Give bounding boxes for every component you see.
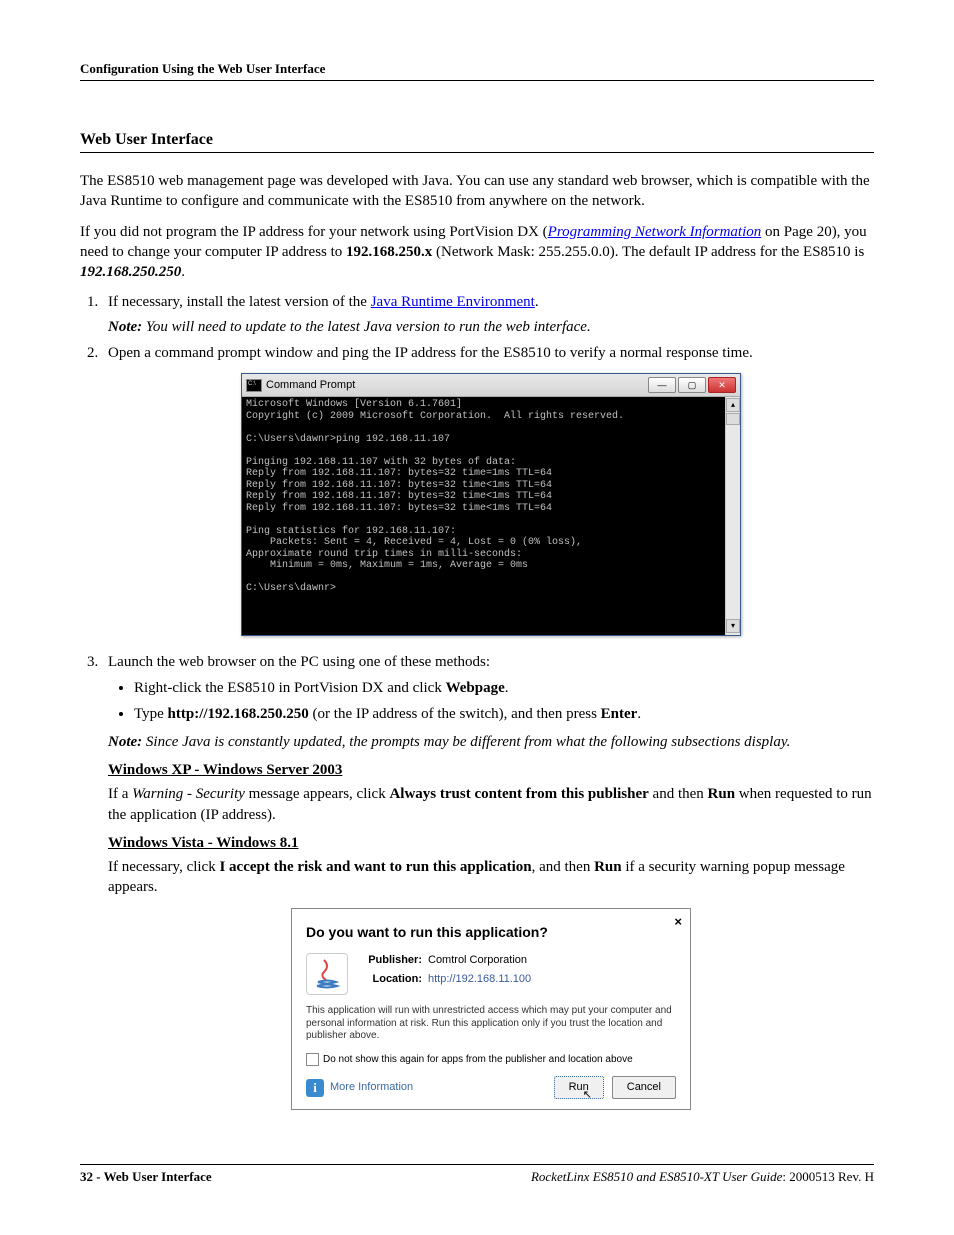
footer-left: 32 - Web User Interface [80, 1169, 212, 1185]
subsection-vista-title: Windows Vista - Windows 8.1 [108, 833, 874, 853]
para2-text-c: (Network Mask: 255.255.0.0). The default… [432, 244, 864, 260]
note2-label: Note: [108, 734, 142, 750]
s1c: message appears, click [245, 786, 390, 802]
subsection-xp-title: Windows XP - Windows Server 2003 [108, 760, 874, 780]
default-ip: 192.168.250.250 [80, 264, 181, 280]
s2d: Run [594, 859, 622, 875]
para2-text-d: . [181, 264, 185, 280]
note1-text: You will need to update to the latest Ja… [146, 319, 591, 335]
b1-a: Right-click the ES8510 in PortVision DX … [134, 680, 446, 696]
numbered-list: If necessary, install the latest version… [80, 292, 874, 1110]
location-value: http://192.168.11.100 [428, 973, 531, 985]
publisher-value: Comtrol Corporation [428, 954, 527, 966]
s2c: , and then [532, 859, 594, 875]
page-footer: 32 - Web User Interface RocketLinx ES851… [80, 1164, 874, 1185]
li2-text: Open a command prompt window and ping th… [108, 345, 753, 361]
paragraph-2: If you did not program the IP address fo… [80, 222, 874, 283]
header-text: Configuration Using the Web User Interfa… [80, 61, 325, 76]
publisher-label: Publisher: [364, 953, 422, 968]
s1f: Run [708, 786, 736, 802]
scrollbar[interactable]: ▴ ▾ [725, 397, 740, 635]
b1-c: . [505, 680, 509, 696]
dialog-title: Do you want to run this application? [306, 923, 676, 942]
more-info-text: More Information [330, 1080, 413, 1095]
close-button[interactable]: ✕ [708, 377, 736, 393]
b2-c: (or the IP address of the switch), and t… [309, 706, 601, 722]
s2a: If necessary, click [108, 859, 219, 875]
note-1: Note: You will need to update to the lat… [108, 317, 874, 337]
cmd-icon [246, 379, 262, 392]
more-information-link[interactable]: i More Information [306, 1079, 413, 1097]
scroll-up-icon[interactable]: ▴ [726, 398, 740, 412]
note1-label: Note: [108, 319, 142, 335]
s1b: Warning - Security [132, 786, 245, 802]
link-java-runtime[interactable]: Java Runtime Environment [371, 294, 535, 310]
checkbox-icon[interactable] [306, 1053, 319, 1066]
s1d: Always trust content from this publisher [389, 786, 648, 802]
checkbox-row[interactable]: Do not show this again for apps from the… [306, 1053, 676, 1067]
note2-text: Since Java is constantly updated, the pr… [146, 734, 791, 750]
paragraph-1: The ES8510 web management page was devel… [80, 171, 874, 212]
footer-right: RocketLinx ES8510 and ES8510-XT User Gui… [531, 1169, 874, 1185]
checkbox-label: Do not show this again for apps from the… [323, 1053, 633, 1067]
link-programming-network[interactable]: Programming Network Information [548, 224, 762, 240]
info-icon: i [306, 1079, 324, 1097]
para2-text-a: If you did not program the IP address fo… [80, 224, 548, 240]
dialog-warning-text: This application will run with unrestric… [306, 1005, 676, 1043]
location-label: Location: [364, 972, 422, 987]
page-header: Configuration Using the Web User Interfa… [80, 60, 874, 81]
maximize-button[interactable]: ▢ [678, 377, 706, 393]
run-button[interactable]: Run [554, 1076, 604, 1099]
bullet-list: Right-click the ES8510 in PortVision DX … [108, 676, 874, 726]
dialog-close-icon[interactable]: × [674, 913, 682, 931]
cancel-button[interactable]: Cancel [612, 1076, 676, 1099]
li3-text: Launch the web browser on the PC using o… [108, 654, 490, 670]
b2-url: http://192.168.250.250 [168, 706, 309, 722]
java-logo-icon [306, 953, 348, 995]
ip-network: 192.168.250.x [346, 244, 432, 260]
s1e: and then [649, 786, 708, 802]
scroll-down-icon[interactable]: ▾ [726, 619, 740, 633]
b2-e: . [637, 706, 641, 722]
cmd-output: Microsoft Windows [Version 6.1.7601] Cop… [242, 397, 740, 635]
subsection-vista-body: If necessary, click I accept the risk an… [108, 857, 874, 898]
cmd-titlebar: Command Prompt — ▢ ✕ [242, 374, 740, 397]
section-title: Web User Interface [80, 131, 874, 153]
subsection-xp-body: If a Warning - Security message appears,… [108, 784, 874, 825]
b1-webpage: Webpage [446, 680, 505, 696]
b2-enter: Enter [601, 706, 638, 722]
note-2: Note: Since Java is constantly updated, … [108, 732, 874, 752]
bullet-1: Right-click the ES8510 in PortVision DX … [134, 676, 874, 700]
minimize-button[interactable]: — [648, 377, 676, 393]
command-prompt-window: Command Prompt — ▢ ✕ Microsoft Windows [… [241, 373, 741, 636]
s2b: I accept the risk and want to run this a… [219, 859, 531, 875]
list-item-2: Open a command prompt window and ping th… [102, 343, 874, 636]
java-security-dialog: × Do you want to run this application? P… [291, 908, 691, 1111]
scroll-thumb[interactable] [726, 413, 740, 425]
footer-right-plain: : 2000513 Rev. H [782, 1169, 874, 1184]
list-item-1: If necessary, install the latest version… [102, 292, 874, 337]
li1-text-b: . [535, 294, 539, 310]
cmd-title: Command Prompt [266, 378, 355, 393]
list-item-3: Launch the web browser on the PC using o… [102, 652, 874, 1111]
bullet-2: Type http://192.168.250.250 (or the IP a… [134, 702, 874, 726]
b2-a: Type [134, 706, 168, 722]
s1a: If a [108, 786, 132, 802]
footer-right-italic: RocketLinx ES8510 and ES8510-XT User Gui… [531, 1169, 782, 1184]
li1-text-a: If necessary, install the latest version… [108, 294, 371, 310]
